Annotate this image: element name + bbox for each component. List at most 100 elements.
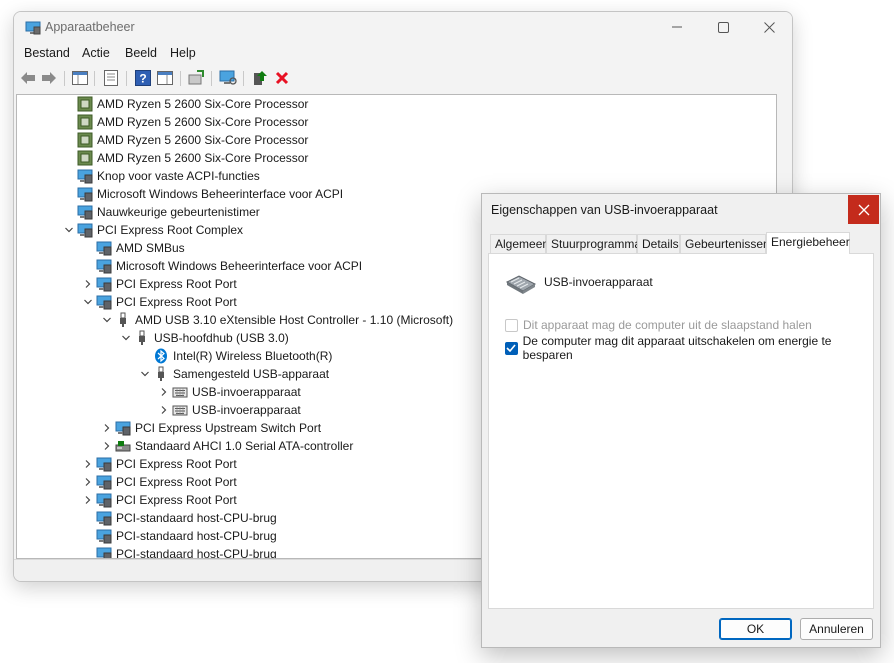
window-title: Apparaatbeheer xyxy=(45,20,135,34)
tree-node-label: USB-invoerapparaat xyxy=(192,403,301,417)
toolbar-separator xyxy=(243,71,244,86)
wake-checkbox[interactable] xyxy=(505,318,518,332)
tree-node-label: Knop voor vaste ACPI-functies xyxy=(97,169,260,183)
processor-icon xyxy=(77,96,93,112)
power-save-option-label: De computer mag dit apparaat uitschakele… xyxy=(522,334,832,362)
chevron-right-icon[interactable] xyxy=(101,440,113,452)
checkmark-icon xyxy=(506,344,516,352)
dialog-close-button[interactable] xyxy=(848,195,879,224)
properties-view-button[interactable] xyxy=(71,69,89,87)
tree-node-label: AMD SMBus xyxy=(116,241,185,255)
tab-stuurprogramma[interactable]: Stuurprogramma xyxy=(546,234,641,253)
toolbar-separator xyxy=(180,71,181,86)
system-device-icon xyxy=(96,492,112,508)
close-button[interactable] xyxy=(746,12,792,42)
tree-node[interactable]: AMD Ryzen 5 2600 Six-Core Processor xyxy=(17,131,776,149)
tree-node-label: AMD USB 3.10 eXtensible Host Controller … xyxy=(135,313,454,327)
tree-node[interactable]: AMD Ryzen 5 2600 Six-Core Processor xyxy=(17,149,776,167)
tree-node-label: Intel(R) Wireless Bluetooth(R) xyxy=(173,349,333,363)
enable-device-icon xyxy=(254,71,267,85)
wake-option-label: Dit apparaat mag de computer uit de slaa… xyxy=(523,318,812,332)
cancel-button[interactable]: Annuleren xyxy=(800,618,873,640)
chevron-right-icon[interactable] xyxy=(101,422,113,434)
help-button[interactable]: ? xyxy=(134,69,152,87)
properties-button[interactable] xyxy=(102,69,120,87)
tree-node-label: AMD Ryzen 5 2600 Six-Core Processor xyxy=(97,97,309,111)
power-save-option: De computer mag dit apparaat uitschakele… xyxy=(505,334,873,362)
tree-node-label: AMD Ryzen 5 2600 Six-Core Processor xyxy=(97,115,309,129)
dialog-title: Eigenschappen van USB-invoerapparaat xyxy=(491,203,718,217)
processor-icon xyxy=(77,150,93,166)
system-device-icon xyxy=(77,186,93,202)
toolbar-separator xyxy=(126,71,127,86)
arrow-left-icon xyxy=(21,72,35,84)
tree-node-label: PCI Express Root Complex xyxy=(97,223,244,237)
chevron-down-icon[interactable] xyxy=(139,368,151,380)
system-device-icon xyxy=(96,510,112,526)
chevron-down-icon[interactable] xyxy=(120,332,132,344)
tab-gebeurtenissen[interactable]: Gebeurtenissen xyxy=(680,234,770,253)
system-device-icon xyxy=(96,528,112,544)
keyboard-icon xyxy=(172,402,188,418)
toolbar-separator xyxy=(94,71,95,86)
document-icon xyxy=(104,70,118,86)
maximize-button[interactable] xyxy=(700,12,746,42)
tab-details[interactable]: Details xyxy=(637,234,680,253)
enable-device-button[interactable] xyxy=(251,69,269,87)
menu-bestand[interactable]: Bestand xyxy=(24,46,70,60)
minimize-icon xyxy=(672,26,682,28)
menu-help[interactable]: Help xyxy=(170,46,196,60)
tree-node-label: PCI Express Root Port xyxy=(116,277,237,291)
system-device-icon xyxy=(77,204,93,220)
tree-node-label: Microsoft Windows Beheerinterface voor A… xyxy=(97,187,344,201)
system-device-icon xyxy=(115,420,131,436)
tree-node[interactable]: AMD Ryzen 5 2600 Six-Core Processor xyxy=(17,113,776,131)
console-pane-icon xyxy=(157,71,173,85)
svg-text:?: ? xyxy=(139,72,146,86)
tab-algemeen[interactable]: Algemeen xyxy=(490,234,549,253)
menu-beeld[interactable]: Beeld xyxy=(125,46,157,60)
menu-actie[interactable]: Actie xyxy=(82,46,110,60)
forward-button[interactable] xyxy=(40,69,58,87)
tree-node-label: PCI Express Root Port xyxy=(116,475,237,489)
update-driver-button[interactable] xyxy=(187,69,205,87)
system-device-icon xyxy=(77,222,93,238)
system-device-icon xyxy=(96,474,112,490)
chevron-right-icon[interactable] xyxy=(82,476,94,488)
system-device-icon xyxy=(96,276,112,292)
usb-plug-icon xyxy=(115,312,131,328)
tree-node-label: PCI-standaard host-CPU-brug xyxy=(116,511,277,525)
tab-energiebeheer[interactable]: Energiebeheer xyxy=(766,232,850,254)
chevron-down-icon[interactable] xyxy=(82,296,94,308)
update-driver-icon xyxy=(188,70,204,85)
device-name: USB-invoerapparaat xyxy=(544,275,653,289)
tree-node[interactable]: AMD Ryzen 5 2600 Six-Core Processor xyxy=(17,95,776,113)
chevron-right-icon[interactable] xyxy=(158,404,170,416)
system-device-icon xyxy=(96,258,112,274)
uninstall-device-button[interactable] xyxy=(273,69,291,87)
menu-bar: Bestand Actie Beeld Help xyxy=(14,44,792,64)
chevron-down-icon[interactable] xyxy=(101,314,113,326)
action-pane-button[interactable] xyxy=(156,69,174,87)
tree-node-label: PCI-standaard host-CPU-brug xyxy=(116,547,277,559)
ok-button[interactable]: OK xyxy=(719,618,792,640)
chevron-down-icon[interactable] xyxy=(63,224,75,236)
minimize-button[interactable] xyxy=(654,12,700,42)
system-device-icon xyxy=(96,240,112,256)
system-device-icon xyxy=(96,546,112,558)
scan-hardware-button[interactable] xyxy=(219,69,237,87)
back-button[interactable] xyxy=(19,69,37,87)
keyboard-icon xyxy=(172,384,188,400)
usb-plug-icon xyxy=(134,330,150,346)
tree-node-label: PCI Express Root Port xyxy=(116,295,237,309)
chevron-right-icon[interactable] xyxy=(82,458,94,470)
energiebeheer-panel: USB-invoerapparaat Dit apparaat mag de c… xyxy=(488,253,874,609)
power-save-checkbox[interactable] xyxy=(505,341,518,355)
system-device-icon xyxy=(96,456,112,472)
tree-node[interactable]: Knop voor vaste ACPI-functies xyxy=(17,167,776,185)
tree-node-label: PCI Express Upstream Switch Port xyxy=(135,421,322,435)
chevron-right-icon[interactable] xyxy=(158,386,170,398)
chevron-right-icon[interactable] xyxy=(82,494,94,506)
arrow-right-icon xyxy=(42,72,56,84)
chevron-right-icon[interactable] xyxy=(82,278,94,290)
